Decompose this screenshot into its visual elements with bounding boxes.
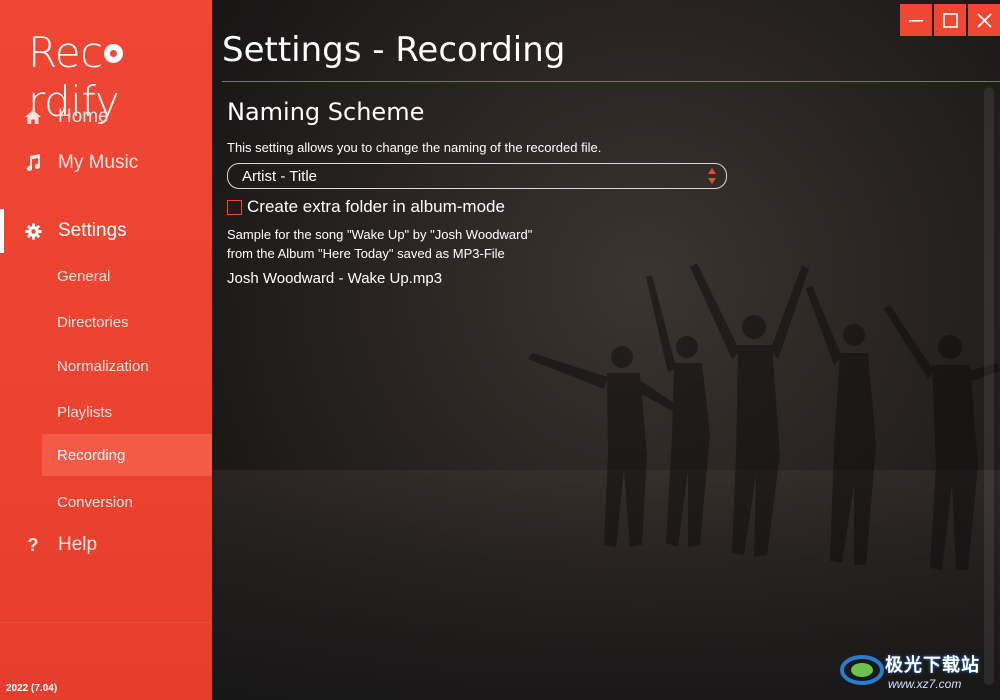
background-people-silhouette [528, 263, 1000, 570]
sidebar-item-label: Help [58, 534, 98, 555]
sample-line-1: Sample for the song "Wake Up" by "Josh W… [227, 227, 533, 242]
album-folder-checkbox[interactable] [227, 199, 242, 215]
main-panel: Settings - Recording Naming Scheme This … [212, 0, 1000, 700]
sidebar: Recrdify Home My Music Settings General … [0, 0, 212, 700]
sample-line-2: from the Album "Here Today" saved as MP3… [227, 246, 505, 261]
gear-icon [0, 222, 58, 240]
watermark-text: 极光下载站 [885, 655, 980, 675]
home-icon [0, 109, 58, 125]
subitem-label: General [57, 267, 111, 285]
album-folder-option[interactable]: Create extra folder in album-mode [227, 197, 505, 217]
naming-scheme-select[interactable]: Artist - Title [227, 163, 727, 189]
sidebar-item-my-music[interactable]: My Music [0, 143, 212, 183]
album-folder-label: Create extra folder in album-mode [247, 197, 505, 216]
page-title: Settings - Recording [222, 30, 566, 70]
watermark-url: www.xz7.com [888, 677, 962, 691]
sidebar-item-settings[interactable]: Settings [0, 209, 212, 253]
sample-result-filename: Josh Woodward - Wake Up.mp3 [227, 270, 443, 287]
sidebar-divider [0, 622, 212, 623]
version-label: 2022 (7.04) [6, 683, 58, 694]
title-divider [222, 81, 1000, 82]
maximize-button[interactable] [934, 4, 966, 36]
minimize-icon [909, 20, 923, 22]
select-value: Artist - Title [242, 167, 318, 185]
music-note-icon [0, 154, 58, 172]
subitem-label: Recording [57, 446, 126, 464]
minimize-button[interactable] [900, 4, 932, 36]
maximize-icon [942, 12, 958, 28]
close-icon [976, 12, 992, 28]
settings-subitem-general[interactable]: General [42, 255, 212, 297]
sidebar-item-label: My Music [58, 152, 139, 173]
record-disc-icon [103, 44, 123, 63]
close-button[interactable] [968, 4, 1000, 36]
question-icon: ? [27, 534, 39, 555]
sidebar-item-help[interactable]: ? Help [0, 525, 212, 565]
subitem-label: Playlists [57, 403, 113, 421]
settings-subitem-normalization[interactable]: Normalization [42, 345, 212, 387]
sidebar-item-home[interactable]: Home [0, 97, 212, 137]
subitem-label: Directories [57, 313, 129, 331]
settings-subitem-conversion[interactable]: Conversion [42, 481, 212, 523]
section-title: Naming Scheme [227, 98, 425, 126]
settings-subitem-directories[interactable]: Directories [42, 301, 212, 343]
settings-subitem-recording[interactable]: Recording [42, 434, 212, 476]
subitem-label: Conversion [57, 493, 133, 511]
sample-description: Sample for the song "Wake Up" by "Josh W… [227, 225, 532, 263]
select-arrows-icon [708, 168, 716, 184]
sidebar-item-label: Settings [58, 220, 127, 241]
sidebar-item-label: Home [58, 106, 109, 127]
settings-subitem-playlists[interactable]: Playlists [42, 391, 212, 433]
subitem-label: Normalization [57, 357, 149, 375]
naming-description: This setting allows you to change the na… [227, 140, 602, 155]
scrollbar[interactable] [984, 87, 994, 685]
